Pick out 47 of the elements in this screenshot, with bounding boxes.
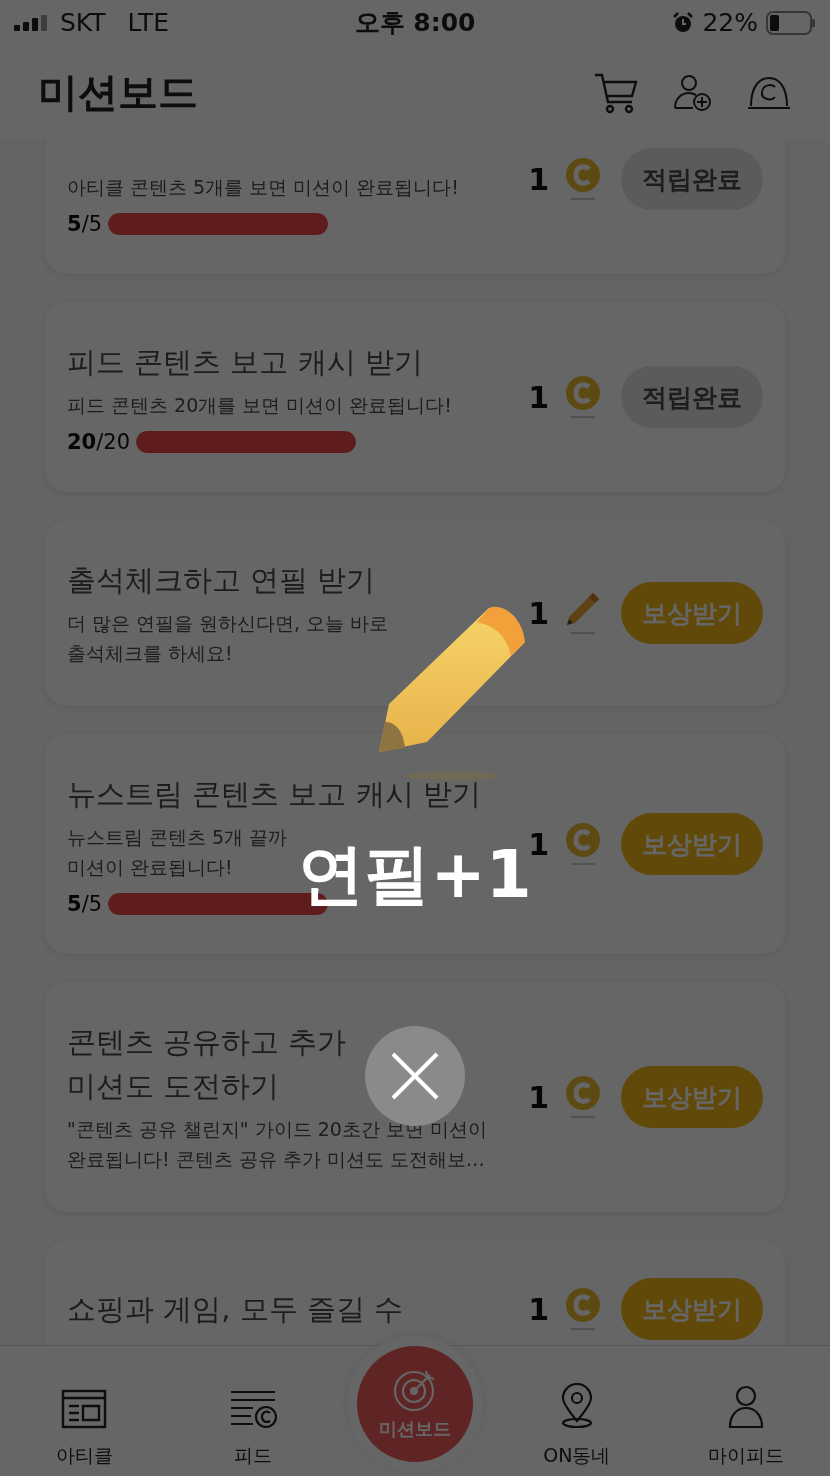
mission-description: 피드 콘텐츠 20개를 보면 미션이 완료됩니다! (67, 393, 452, 418)
coin-icon (565, 157, 601, 201)
reward-count: 1 (528, 379, 549, 415)
network-label: LTE (127, 8, 170, 37)
nav-tab[interactable]: 마이피드 (680, 1384, 811, 1470)
mission-title: 콘텐츠 공유하고 추가 미션도 도전하기 (67, 1024, 347, 1105)
feed-icon (229, 1389, 278, 1429)
reward-button[interactable]: 보상받기 (621, 1278, 763, 1340)
nav-tab[interactable]: 아티클 (19, 1388, 150, 1470)
nav-tab[interactable]: ON동네 (511, 1382, 642, 1470)
mission-description: 뉴스트림 콘텐츠 5개 끝까 미션이 완료됩니다! (67, 825, 288, 880)
nav-tab[interactable]: 피드 (188, 1388, 319, 1470)
reward-button[interactable]: 적립완료 (621, 148, 763, 210)
progress-count: 20/20 (67, 430, 131, 454)
mission-title: 피드 콘텐츠 보고 캐시 받기 (67, 344, 423, 381)
reward-button[interactable]: 보상받기 (621, 582, 763, 644)
reward-button[interactable]: 보상받기 (621, 1066, 763, 1128)
reward-count: 1 (528, 161, 549, 197)
coin-icon (565, 1287, 601, 1331)
mission-title: 쇼핑과 게임, 모두 즐길 수 (67, 1291, 404, 1328)
mission-title: 뉴스트림 콘텐츠 보고 캐시 받기 (67, 776, 481, 813)
coin-icon (565, 822, 601, 866)
battery-percent: 22% (702, 8, 758, 37)
progress-count: 5/5 (67, 212, 103, 236)
mission-description: 아티클 콘텐츠 5개를 보면 미션이 완료됩니다! (67, 175, 459, 200)
progress-count: 5/5 (67, 892, 103, 916)
person-icon (727, 1385, 764, 1429)
pencil-icon (565, 591, 601, 635)
mission-title: 출석체크하고 연필 받기 (67, 562, 376, 599)
newspaper-icon (61, 1389, 108, 1429)
reward-count: 1 (528, 1079, 549, 1115)
add-friend-icon[interactable] (674, 73, 712, 112)
reward-button[interactable]: 적립완료 (621, 366, 763, 428)
reward-button[interactable]: 보상받기 (621, 813, 763, 875)
carrier-label: SKT (60, 8, 106, 37)
reward-count: 1 (528, 1291, 549, 1327)
coin-icon (565, 375, 601, 419)
alarm-clock-icon (672, 11, 695, 34)
reward-count: 1 (528, 595, 549, 631)
coin-icon (565, 1075, 601, 1119)
coin-icon[interactable] (748, 74, 790, 111)
mission-description: 더 많은 연필을 원하신다면, 오늘 바로 출석체크를 하세요! (67, 611, 389, 666)
cart-icon[interactable] (594, 71, 638, 114)
close-icon (390, 1051, 440, 1101)
battery-icon (766, 10, 816, 35)
status-time: 오후 8:00 (354, 7, 476, 39)
page-title: 미션보드 (38, 68, 198, 117)
